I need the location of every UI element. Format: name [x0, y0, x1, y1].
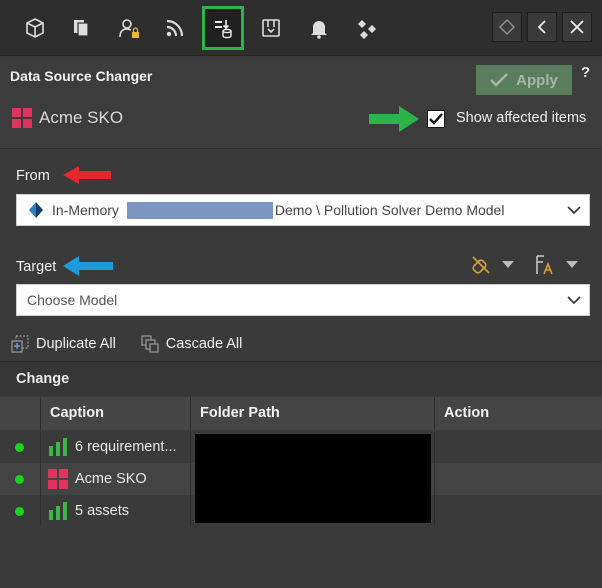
- cell-divider: [434, 431, 435, 463]
- row-caption-text: 6 requirement...: [75, 439, 177, 455]
- red-arrow-icon: [63, 166, 111, 184]
- cell-divider: [190, 495, 191, 527]
- cell-divider: [40, 495, 41, 527]
- apply-button[interactable]: Apply: [476, 65, 572, 95]
- column-action[interactable]: Action: [444, 405, 489, 421]
- show-affected-label[interactable]: Show affected items: [456, 110, 586, 126]
- grid-header: Caption Folder Path Action: [0, 397, 602, 430]
- from-model-select[interactable]: In-Memory Demo \ Pollution Solver Demo M…: [16, 194, 590, 226]
- cell-divider: [190, 431, 191, 463]
- toolbar: [0, 0, 602, 56]
- cascade-all-label: Cascade All: [165, 336, 243, 352]
- row-caption: 6 requirement...: [48, 437, 177, 457]
- row-caption: 5 assets: [48, 501, 129, 521]
- archive-icon[interactable]: [250, 6, 292, 50]
- cascade-icon: [141, 335, 159, 353]
- bar-chart-icon: [49, 502, 67, 520]
- show-affected-checkbox[interactable]: [427, 110, 445, 128]
- diamond-icon[interactable]: [492, 12, 522, 42]
- panel-title: Data Source Changer: [10, 68, 153, 84]
- cascade-all-button[interactable]: Cascade All: [140, 334, 243, 354]
- duplicate-all-button[interactable]: Duplicate All: [10, 334, 116, 354]
- cell-divider: [434, 463, 435, 495]
- row-caption-text: Acme SKO: [75, 471, 147, 487]
- in-memory-icon: [29, 202, 43, 218]
- panel-header: Data Source Changer Apply ? Acme SKO Sho…: [0, 57, 602, 149]
- column-folder-path[interactable]: Folder Path: [200, 405, 280, 421]
- rss-icon[interactable]: [154, 6, 196, 50]
- cell-divider: [190, 463, 191, 495]
- redacted-folder-paths: [195, 434, 431, 523]
- cell-divider: [40, 431, 41, 463]
- row-caption: Acme SKO: [48, 469, 147, 489]
- status-dot: [15, 475, 24, 484]
- help-button[interactable]: ?: [581, 64, 590, 81]
- apply-label: Apply: [516, 71, 558, 89]
- empty-grid-area: [0, 526, 602, 588]
- from-label: From: [16, 168, 50, 184]
- bar-chart-icon: [49, 438, 67, 456]
- cube-icon[interactable]: [14, 6, 56, 50]
- column-divider: [190, 397, 191, 430]
- duplicate-all-label: Duplicate All: [36, 336, 116, 352]
- target-model-select[interactable]: Choose Model: [16, 284, 590, 316]
- relationship-icon[interactable]: [346, 6, 388, 50]
- green-arrow-icon: [369, 106, 419, 132]
- chevron-down-icon: [567, 206, 581, 215]
- data-source-changer-icon[interactable]: [202, 6, 244, 50]
- model-name: Acme SKO: [39, 108, 124, 127]
- grid-icon: [48, 469, 68, 489]
- user-lock-icon[interactable]: [108, 6, 150, 50]
- unlink-dropdown-icon[interactable]: [502, 261, 514, 269]
- column-caption[interactable]: Caption: [50, 405, 104, 421]
- checkmark-icon: [429, 113, 443, 125]
- bulk-actions: Duplicate All Cascade All: [10, 334, 266, 354]
- redacted-block: [126, 201, 273, 219]
- from-suffix: Demo \ Pollution Solver Demo Model: [274, 202, 505, 218]
- duplicate-icon: [11, 335, 29, 353]
- from-prefix: In-Memory: [52, 202, 119, 218]
- format-dropdown-icon[interactable]: [566, 261, 578, 269]
- format-icon[interactable]: [534, 254, 556, 276]
- close-icon[interactable]: [562, 12, 592, 42]
- blue-arrow-icon: [63, 256, 113, 276]
- chevron-down-icon: [567, 296, 581, 305]
- cell-divider: [40, 463, 41, 495]
- current-model: Acme SKO: [12, 105, 123, 131]
- row-caption-text: 5 assets: [75, 503, 129, 519]
- grid-icon: [12, 108, 32, 128]
- status-dot: [15, 507, 24, 516]
- status-dot: [15, 443, 24, 452]
- change-section-header: Change: [0, 361, 602, 396]
- column-divider: [40, 397, 41, 430]
- target-placeholder: Choose Model: [27, 292, 118, 308]
- check-icon: [490, 73, 509, 87]
- target-label: Target: [16, 259, 57, 275]
- column-divider: [434, 397, 435, 430]
- change-title: Change: [16, 371, 70, 387]
- unlink-icon[interactable]: [470, 254, 492, 276]
- back-icon[interactable]: [527, 12, 557, 42]
- bell-icon[interactable]: [298, 6, 340, 50]
- copy-icon[interactable]: [60, 6, 102, 50]
- cell-divider: [434, 495, 435, 527]
